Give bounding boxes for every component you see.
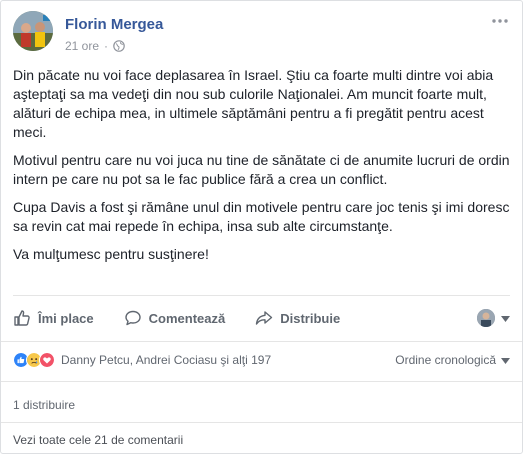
divider — [13, 295, 510, 296]
thumbs-up-icon — [13, 309, 31, 327]
viewer-avatar — [477, 309, 495, 327]
post-paragraph: Motivul pentru care nu voi juca nu tine … — [13, 152, 510, 187]
author-name[interactable]: Florin Mergea — [65, 16, 163, 33]
globe-icon[interactable] — [113, 40, 125, 52]
post-header: Florin Mergea 21 ore · — [13, 11, 510, 57]
post-card: Florin Mergea 21 ore · Din păcate nu voi… — [0, 0, 523, 454]
share-count[interactable]: 1 distribuire — [13, 398, 75, 412]
author-avatar[interactable] — [13, 11, 53, 51]
reaction-icons[interactable] — [13, 352, 55, 368]
like-icon — [13, 352, 29, 368]
post-paragraph: Cupa Davis a fost şi rămâne unul din mot… — [13, 199, 510, 234]
comment-icon — [124, 309, 142, 327]
action-bar: Îmi place Comentează Distribuie — [13, 301, 510, 335]
share-icon — [255, 309, 273, 327]
like-button[interactable]: Îmi place — [13, 309, 94, 327]
more-options-icon[interactable] — [490, 13, 510, 29]
share-label: Distribuie — [280, 310, 341, 326]
viewer-select[interactable] — [477, 309, 510, 327]
reactions-summary[interactable]: Danny Petcu, Andrei Cociasu şi alţi 197 — [61, 353, 271, 367]
post-paragraph: Din păcate nu voi face deplasarea în Isr… — [13, 67, 494, 140]
comment-button[interactable]: Comentează — [124, 309, 226, 327]
post-body: Din păcate nu voi face deplasarea în Isr… — [13, 66, 513, 273]
reactions-row: Danny Petcu, Andrei Cociasu şi alţi 197 … — [13, 349, 510, 371]
divider — [1, 422, 522, 423]
comment-order-label: Ordine cronologică — [395, 353, 496, 367]
divider — [1, 381, 522, 382]
love-icon — [39, 352, 55, 368]
view-all-comments-link[interactable]: Vezi toate cele 21 de comentarii — [13, 433, 183, 447]
like-label: Îmi place — [38, 310, 94, 326]
chevron-down-icon — [501, 353, 510, 367]
comment-order-select[interactable]: Ordine cronologică — [395, 353, 510, 367]
comment-label: Comentează — [148, 310, 226, 326]
divider — [1, 341, 522, 342]
post-meta: 21 ore · — [65, 39, 125, 53]
post-paragraph: Va mulţumesc pentru susţinere! — [13, 246, 209, 262]
chevron-down-icon — [501, 309, 510, 327]
share-button[interactable]: Distribuie — [255, 309, 340, 327]
meta-dot: · — [104, 39, 109, 53]
post-timestamp[interactable]: 21 ore — [65, 39, 99, 53]
sad-icon — [26, 352, 42, 368]
